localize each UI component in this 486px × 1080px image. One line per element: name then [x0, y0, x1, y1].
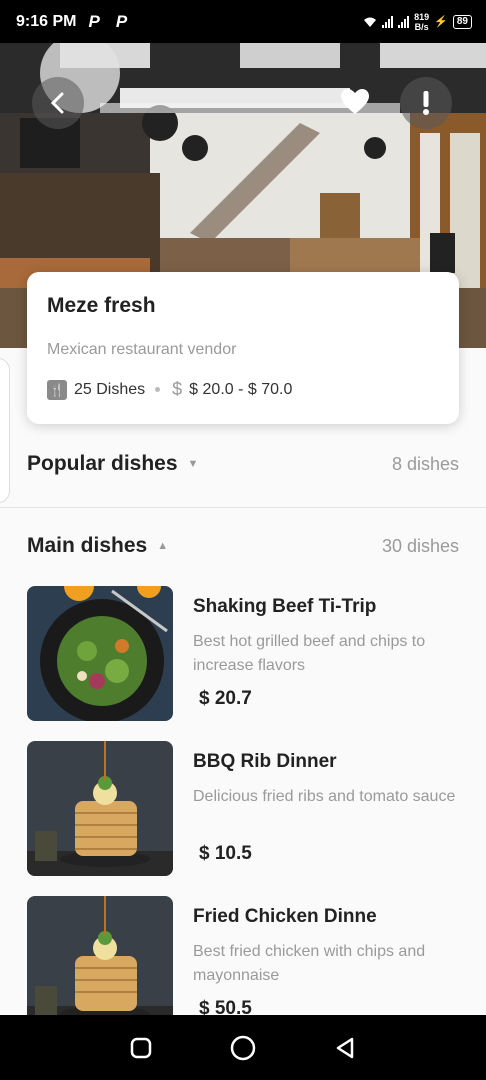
system-navigation-bar [0, 1015, 486, 1080]
network-speed: 819 B/s [414, 12, 429, 32]
status-bar: 9:16 PM P P 819 B/s ⚡ 89 [0, 0, 486, 43]
chevron-left-icon [50, 92, 64, 114]
signal-icon-2 [398, 15, 410, 28]
meta-separator [155, 387, 161, 392]
vendor-info-card: Meze fresh Mexican restaurant vendor 🍴 2… [27, 272, 459, 424]
dish-price: $ 20.7 [199, 688, 252, 709]
dishes-count: 25 Dishes [74, 380, 146, 398]
vendor-meta: 🍴 25 Dishes $ $ 20.0 - $ 70.0 [47, 379, 439, 400]
divider [0, 507, 486, 508]
dish-description: Best hot grilled beef and chips to incre… [193, 633, 426, 674]
wifi-icon [364, 17, 377, 27]
notification-icons: P P [88, 11, 134, 31]
netspeed-unit: B/s [414, 21, 429, 32]
section-title: Main dishes [27, 534, 148, 557]
report-button[interactable] [400, 77, 452, 129]
dish-item[interactable]: Fried Chicken Dinne Best fried chicken w… [27, 896, 467, 1015]
section-popular-dishes[interactable]: Popular dishes ▼ 8 dishes [27, 452, 459, 476]
cutlery-icon: 🍴 [47, 379, 67, 400]
price-range: $ 20.0 - $ 70.0 [189, 380, 293, 398]
pancake-stack-illustration [27, 896, 173, 1015]
charging-icon: ⚡ [434, 16, 448, 28]
caret-up-icon: ▲ [157, 540, 169, 552]
status-time: 9:16 PM [16, 12, 77, 30]
dish-price: $ 50.5 [199, 998, 252, 1015]
netspeed-value: 819 [414, 11, 430, 22]
dish-image [27, 586, 173, 721]
caret-down-icon: ▼ [187, 458, 199, 470]
side-panel-edge [0, 358, 10, 503]
battery-icon: 89 [452, 14, 472, 29]
signal-icon [382, 15, 394, 28]
heart-icon[interactable] [340, 88, 370, 116]
dish-description: Best fried chicken with chips and mayonn… [193, 943, 426, 984]
vendor-subtitle: Mexican restaurant vendor [47, 341, 237, 358]
dish-price: $ 10.5 [199, 843, 252, 864]
pancake-stack-illustration [27, 741, 173, 876]
dollar-icon: $ [172, 379, 183, 399]
recent-apps-button[interactable] [129, 1036, 153, 1060]
status-indicators: 819 B/s ⚡ 89 [363, 12, 472, 32]
dish-name: BBQ Rib Dinner [193, 751, 337, 772]
dish-image [27, 741, 173, 876]
dish-image [27, 896, 173, 1015]
section-main-dishes[interactable]: Main dishes ▲ 30 dishes [27, 534, 459, 558]
dish-description: Delicious fried ribs and tomato sauce [193, 788, 456, 805]
dish-item[interactable]: Shaking Beef Ti-Trip Best hot grilled be… [27, 586, 467, 722]
section-title: Popular dishes [27, 452, 178, 475]
vendor-name: Meze fresh [47, 294, 156, 317]
back-nav-button[interactable] [333, 1036, 357, 1060]
section-count: 30 dishes [381, 535, 459, 556]
home-button[interactable] [230, 1035, 256, 1061]
dish-name: Fried Chicken Dinne [193, 906, 377, 927]
dish-name: Shaking Beef Ti-Trip [193, 596, 377, 617]
back-button[interactable] [32, 77, 84, 129]
dish-item[interactable]: BBQ Rib Dinner Delicious fried ribs and … [27, 741, 467, 877]
exclamation-icon [423, 91, 429, 115]
section-count: 8 dishes [391, 453, 459, 474]
salad-plate-illustration [27, 586, 173, 721]
menu-content[interactable]: Popular dishes ▼ 8 dishes Main dishes ▲ … [0, 348, 486, 1015]
